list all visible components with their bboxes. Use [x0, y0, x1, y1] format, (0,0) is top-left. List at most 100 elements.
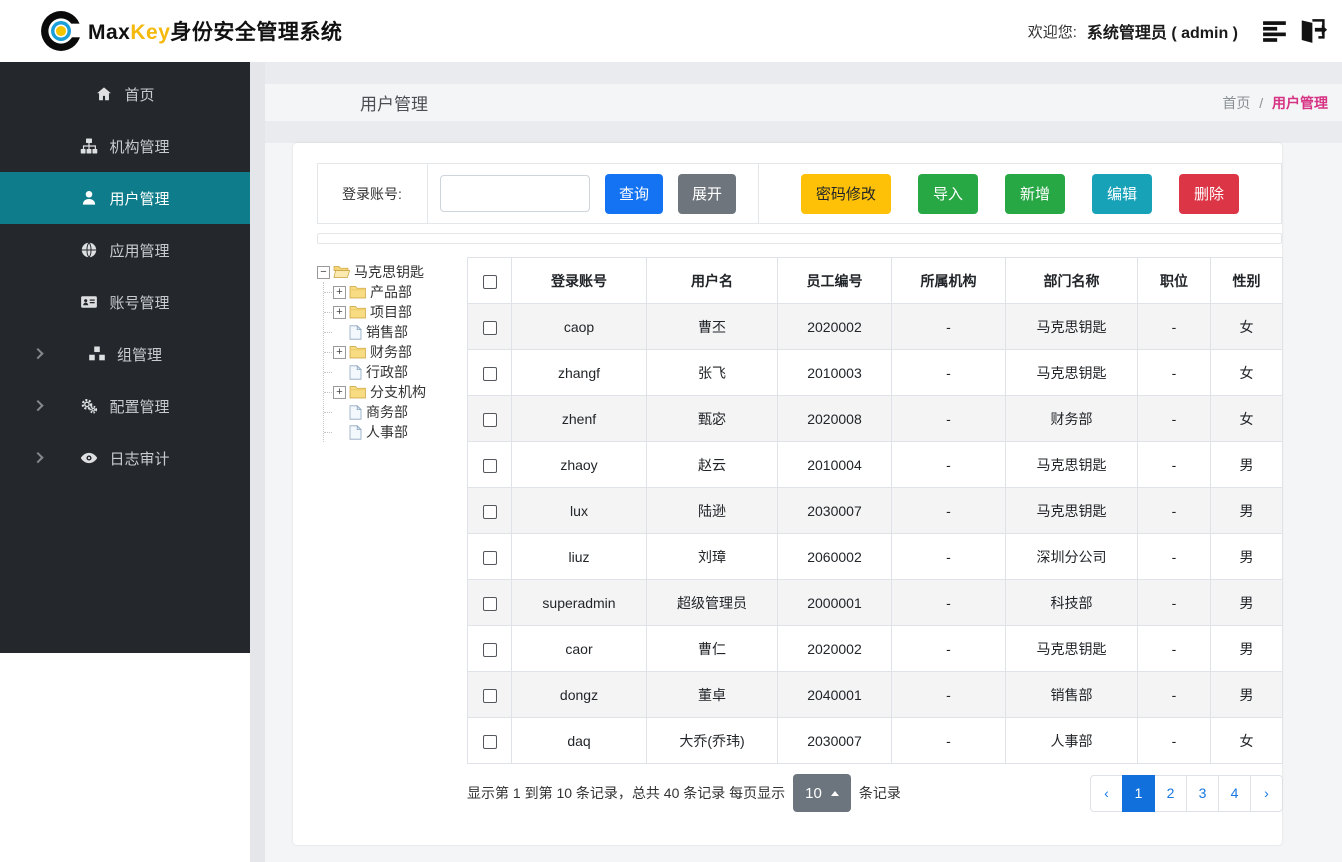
search-input[interactable] [440, 175, 590, 212]
action-button-5[interactable]: 删除 [1178, 173, 1239, 214]
table-cell: - [1137, 533, 1211, 580]
tree-node-label[interactable]: 项目部 [369, 302, 412, 322]
expand-toggle-icon[interactable]: + [333, 305, 346, 319]
row-checkbox[interactable] [482, 320, 497, 335]
table-cell: 女 [1210, 395, 1283, 442]
tree-node[interactable]: + 分支机构 [324, 382, 467, 402]
tree-node[interactable]: 销售部 [324, 322, 467, 342]
row-checkbox[interactable] [482, 458, 497, 473]
tree-node-label[interactable]: 商务部 [365, 402, 408, 422]
row-select-cell [467, 533, 512, 580]
column-header: 部门名称 [1005, 257, 1138, 304]
folder-open-icon [333, 265, 350, 279]
table-cell: 2000001 [777, 579, 892, 626]
org-tree: − 马克思钥匙 + 产品部 + 项目部 销售部 + 财务部 行政部 + 分支机构 商务部 人事部 [317, 257, 467, 812]
content-card: 登录账号: 查询 展开 密码修改 导入 新增 编辑 删除 − 马克思钥匙 + 产品部 + 项目部销… [293, 143, 1283, 845]
tree-node[interactable]: 商务部 [324, 402, 467, 422]
select-all-checkbox[interactable] [482, 274, 497, 289]
tree-node-label[interactable]: 行政部 [365, 362, 408, 382]
table-cell: - [891, 717, 1006, 764]
row-checkbox[interactable] [482, 412, 497, 427]
column-header: 职位 [1137, 257, 1211, 304]
table-row[interactable]: daq 大乔(乔玮) 2030007- 人事部 - 女 [467, 717, 1283, 764]
row-checkbox[interactable] [482, 504, 497, 519]
tree-node-label[interactable]: 销售部 [365, 322, 408, 342]
logout-icon[interactable] [1298, 16, 1328, 46]
table-row[interactable]: zhangf 张飞 2010003- 马克思钥匙 - 女 [467, 349, 1283, 396]
pagination: 显示第 1 到第 10 条记录，总共 40 条记录 每页显示 10 条记录 ‹ 1… [467, 774, 1283, 812]
sidebar-item-cubes[interactable]: 组管理 [0, 328, 250, 380]
id-card-icon [80, 293, 98, 311]
row-checkbox[interactable] [482, 642, 497, 657]
table-cell: 曹仁 [646, 625, 778, 672]
tree-node[interactable]: + 财务部 [324, 342, 467, 362]
action-button-3[interactable]: 新增 [1004, 173, 1065, 214]
tree-node-label[interactable]: 马克思钥匙 [353, 262, 424, 282]
page-size-value: 10 [805, 784, 822, 802]
table-cell: 2010004 [777, 441, 892, 488]
table-row[interactable]: caor 曹仁 2020002- 马克思钥匙 - 男 [467, 625, 1283, 672]
table-cell: 甄宓 [646, 395, 778, 442]
table-row[interactable]: lux 陆逊 2030007- 马克思钥匙 - 男 [467, 487, 1283, 534]
table-cell: 马克思钥匙 [1005, 303, 1138, 350]
sidebar-item-home[interactable]: 首页 [0, 68, 250, 120]
sidebar-item-sitemap[interactable]: 机构管理 [0, 120, 250, 172]
breadcrumb-home[interactable]: 首页 [1222, 95, 1250, 111]
table-cell: 刘璋 [646, 533, 778, 580]
welcome-label: 欢迎您: [1027, 23, 1077, 41]
row-select-cell [467, 579, 512, 626]
prev-page-button[interactable]: ‹ [1090, 774, 1123, 812]
table-cell: - [1137, 303, 1211, 350]
sidebar-item-user[interactable]: 用户管理 [0, 172, 250, 224]
expand-button[interactable]: 展开 [678, 173, 736, 214]
tree-node[interactable]: 人事部 [324, 422, 467, 442]
tree-node-label[interactable]: 分支机构 [369, 382, 426, 402]
tree-node-label[interactable]: 人事部 [365, 422, 408, 442]
list-icon[interactable] [1262, 18, 1288, 44]
row-checkbox[interactable] [482, 366, 497, 381]
table-cell: 2010003 [777, 349, 892, 396]
tree-node[interactable]: + 项目部 [324, 302, 467, 322]
sidebar-item-globe[interactable]: 应用管理 [0, 224, 250, 276]
row-checkbox[interactable] [482, 550, 497, 565]
table-row[interactable]: liuz 刘璋 2060002- 深圳分公司 - 男 [467, 533, 1283, 580]
table-row[interactable]: superadmin 超级管理员 2000001- 科技部 - 男 [467, 579, 1283, 626]
tree-node[interactable]: − 马克思钥匙 [317, 262, 467, 282]
row-checkbox[interactable] [482, 688, 497, 703]
page-button-2[interactable]: 2 [1154, 774, 1187, 812]
table-cell: 男 [1210, 671, 1283, 718]
page-size-dropdown[interactable]: 10 [793, 774, 851, 812]
page-button-3[interactable]: 3 [1186, 774, 1219, 812]
table-row[interactable]: caop 曹丕 2020002- 马克思钥匙 - 女 [467, 303, 1283, 350]
table-row[interactable]: zhenf 甄宓 2020008- 财务部 - 女 [467, 395, 1283, 442]
tree-node-label[interactable]: 产品部 [369, 282, 412, 302]
sidebar-item-eye[interactable]: 日志审计 [0, 432, 250, 484]
table-cell: 张飞 [646, 349, 778, 396]
expand-toggle-icon[interactable]: + [333, 385, 346, 399]
page-button-1[interactable]: 1 [1122, 774, 1155, 812]
sidebar-item-id-card[interactable]: 账号管理 [0, 276, 250, 328]
expand-toggle-icon[interactable]: + [333, 345, 346, 359]
table-cell: - [891, 487, 1006, 534]
table-cell: 2020002 [777, 625, 892, 672]
table-row[interactable]: zhaoy 赵云 2010004- 马克思钥匙 - 男 [467, 441, 1283, 488]
tree-node[interactable]: 行政部 [324, 362, 467, 382]
collapse-toggle-icon[interactable]: − [317, 265, 330, 279]
summary-suffix: 条记录 [858, 785, 901, 801]
query-button[interactable]: 查询 [605, 173, 663, 214]
table-header-row: 登录账号 用户名 员工编号 所属机构 部门名称 职位 性别 [467, 257, 1283, 304]
table-row[interactable]: dongz 董卓 2040001- 销售部 - 男 [467, 671, 1283, 718]
action-button-2[interactable]: 导入 [917, 173, 978, 214]
table-cell: 科技部 [1005, 579, 1138, 626]
tree-node[interactable]: + 产品部 [324, 282, 467, 302]
next-page-button[interactable]: › [1250, 774, 1283, 812]
page-button-4[interactable]: 4 [1218, 774, 1251, 812]
action-button-4[interactable]: 编辑 [1091, 173, 1152, 214]
column-header: 所属机构 [891, 257, 1006, 304]
action-button-1[interactable]: 密码修改 [800, 173, 891, 214]
sidebar-item-gears[interactable]: 配置管理 [0, 380, 250, 432]
expand-toggle-icon[interactable]: + [333, 285, 346, 299]
row-checkbox[interactable] [482, 734, 497, 749]
row-checkbox[interactable] [482, 596, 497, 611]
tree-node-label[interactable]: 财务部 [369, 342, 412, 362]
